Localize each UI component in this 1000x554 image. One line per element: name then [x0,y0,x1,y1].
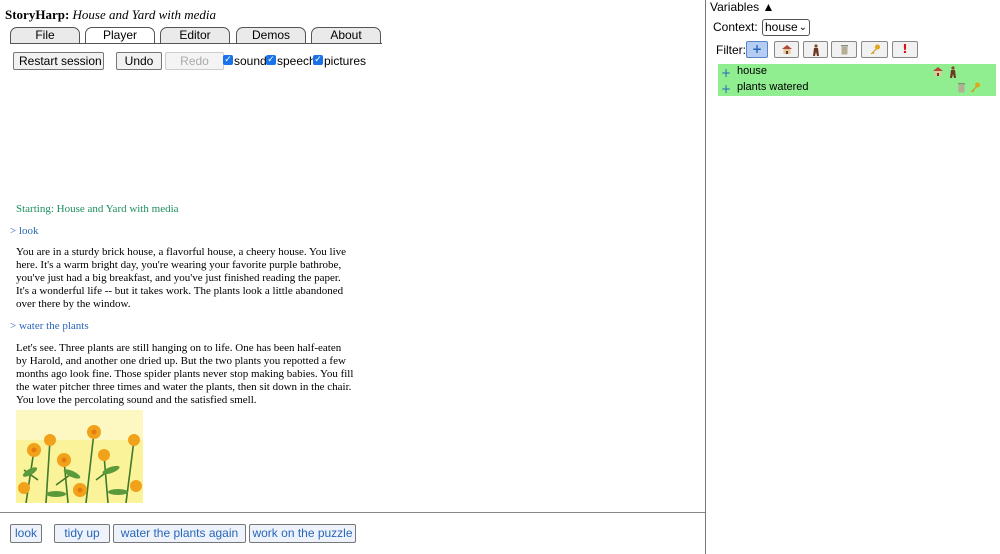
sound-checkbox[interactable]: ✓ [223,54,233,65]
story-line: the water pitcher three times and water … [16,381,352,393]
tab-editor[interactable]: Editor [160,27,230,44]
story-line: you've just had a big breakfast, and you… [16,272,341,284]
sound-label: sound [234,54,267,68]
plus-icon: + [751,42,763,56]
context-select[interactable]: house ⌄ [762,19,810,36]
flowers-image [16,410,143,503]
variable-row[interactable]: + house [718,64,996,80]
story-picture [16,410,143,503]
story-line: here. It's a warm bright day, you're wea… [16,259,342,271]
app-title: StoryHarp: House and Yard with media [5,7,216,23]
story-line: Let's see. Three plants are still hangin… [16,342,342,354]
exclamation-icon: ! [902,42,908,56]
restart-session-button[interactable]: Restart session [13,52,104,70]
filter-house-button[interactable] [774,41,799,58]
tab-bar: File Player Editor Demos About [10,27,382,44]
story-line: You love the percolating sound and the s… [16,394,257,406]
choice-button[interactable]: tidy up [54,524,110,543]
house-icon [781,45,792,54]
choice-button[interactable]: look [10,524,42,543]
choice-button[interactable]: water the plants again [113,524,246,543]
tab-file[interactable]: File [10,27,80,44]
tab-demos[interactable]: Demos [236,27,306,44]
tab-player[interactable]: Player [85,27,155,44]
variable-name: house [737,65,767,77]
pictures-checkbox[interactable]: ✓ [313,54,323,65]
plus-icon[interactable]: + [721,66,731,80]
tab-about[interactable]: About [311,27,381,44]
choice-button[interactable]: work on the puzzle [249,524,356,543]
key-icon [970,82,980,92]
sound-toggle[interactable]: ✓ sound [223,53,267,69]
speech-label: speech [277,54,316,68]
figure-icon [812,44,819,56]
story-line: by Harold, and another one dried up. But… [16,355,346,367]
filter-trash-button[interactable] [831,41,857,58]
plus-icon[interactable]: + [721,82,731,96]
tab-divider [10,43,382,44]
chevron-down-icon: ⌄ [798,22,807,33]
story-line: It's a wonderful life -- but it takes wo… [16,285,344,297]
variable-name: plants watered [737,81,809,93]
story-line: over there by the window. [16,298,131,310]
story-line: months ago look fine. Those spider plant… [16,368,354,380]
command-echo: > water the plants [10,320,89,332]
filter-exclamation-button[interactable]: ! [892,41,918,58]
choices-divider [0,512,706,513]
world-title: House and Yard with media [72,7,217,22]
redo-button[interactable]: Redo [165,52,224,70]
start-message: Starting: House and Yard with media [16,203,179,215]
story-paragraph: You are in a sturdy brick house, a flavo… [16,246,376,311]
pictures-toggle[interactable]: ✓ pictures [313,53,366,69]
story-line: You are in a sturdy brick house, a flavo… [16,246,347,258]
filter-figure-button[interactable] [803,41,828,58]
house-icon [933,67,943,76]
trash-can-icon [958,83,965,93]
pictures-label: pictures [324,54,367,68]
context-row: Context: house ⌄ [713,19,810,36]
variables-header[interactable]: Variables ▲ [710,0,774,14]
filter-label: Filter: [716,43,746,57]
filter-key-button[interactable] [861,41,888,58]
speech-toggle[interactable]: ✓ speech [266,53,316,69]
context-label: Context: [713,20,758,34]
app-name: StoryHarp: [5,7,70,22]
figure-icon [950,66,956,78]
player-panel: StoryHarp: House and Yard with media Fil… [0,0,706,554]
story-paragraph: Let's see. Three plants are still hangin… [16,342,376,407]
speech-checkbox[interactable]: ✓ [266,54,276,65]
command-echo: > look [10,225,39,237]
variable-row[interactable]: + plants watered [718,80,996,96]
context-value: house [765,20,798,34]
trash-can-icon [840,45,848,55]
variables-panel: Variables ▲ Context: house ⌄ Filter: + !… [705,0,1000,554]
key-icon [870,44,880,54]
filter-plus-button[interactable]: + [746,41,768,58]
undo-button[interactable]: Undo [116,52,162,70]
